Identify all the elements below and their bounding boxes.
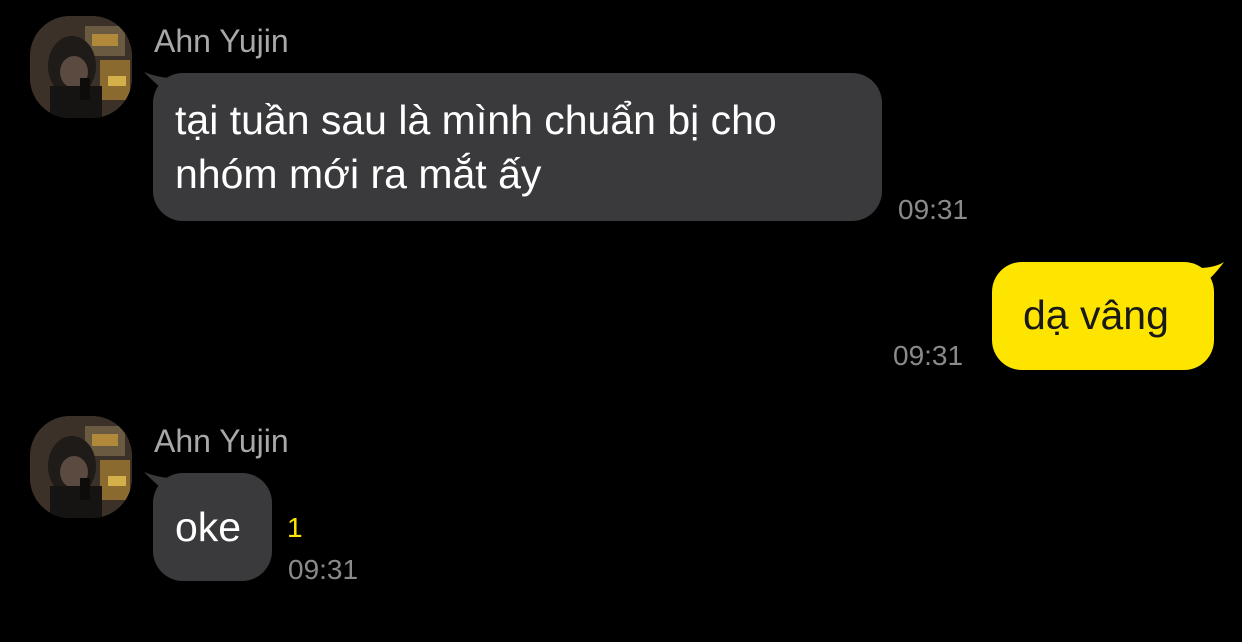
sender-avatar[interactable] bbox=[30, 416, 132, 518]
message-text: oke bbox=[175, 504, 242, 550]
message-bubble-incoming[interactable]: tại tuần sau là mình chuẩn bị cho nhóm m… bbox=[153, 73, 882, 221]
avatar-photo-icon bbox=[30, 416, 132, 518]
chat-conversation: Ahn Yujin tại tuần sau là mình chuẩn bị … bbox=[0, 0, 1242, 642]
message-text: dạ vâng bbox=[1023, 292, 1169, 338]
avatar-photo-icon bbox=[30, 16, 132, 118]
sender-name: Ahn Yujin bbox=[154, 423, 289, 459]
message-timestamp: 09:31 bbox=[288, 554, 359, 585]
bubble-tail bbox=[1200, 262, 1224, 286]
message-timestamp: 09:31 bbox=[898, 194, 969, 225]
message-text: tại tuần sau là mình chuẩn bị cho nhóm m… bbox=[175, 97, 777, 197]
sender-avatar[interactable] bbox=[30, 16, 132, 118]
unread-count-badge: 1 bbox=[287, 512, 303, 543]
message-bubble-outgoing[interactable]: dạ vâng bbox=[992, 262, 1214, 370]
message-timestamp: 09:31 bbox=[893, 340, 964, 371]
message-bubble-incoming[interactable]: oke bbox=[153, 473, 272, 581]
sender-name: Ahn Yujin bbox=[154, 23, 289, 59]
